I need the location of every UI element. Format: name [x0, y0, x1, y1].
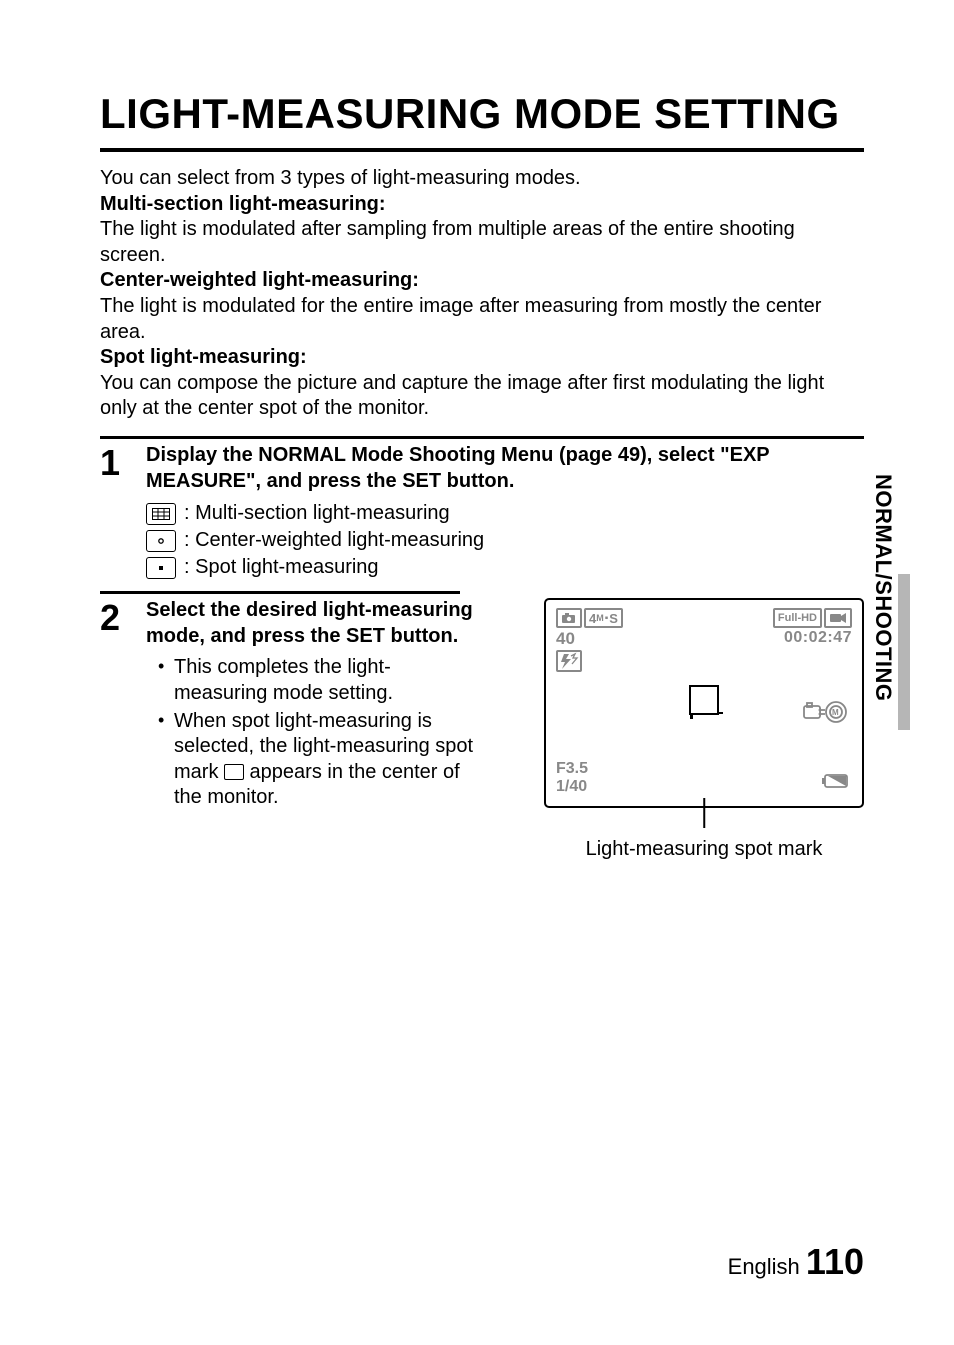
option-multi-label: : Multi-section light-measuring — [184, 502, 450, 525]
footer-page-number: 110 — [806, 1241, 864, 1282]
monitor-diagram: 4M▪S 40 Full-HD — [544, 598, 864, 808]
intro-block: You can select from 3 types of light-mea… — [100, 166, 864, 422]
aperture-value: F3.5 — [556, 760, 588, 778]
battery-icon — [822, 772, 852, 796]
option-spot-label: : Spot light-measuring — [184, 556, 379, 579]
multi-section-icon — [146, 503, 176, 525]
stabilizer-icon: M — [802, 700, 852, 724]
timecode: 00:02:47 — [773, 629, 852, 647]
option-center-weighted: : Center-weighted light-measuring — [146, 529, 864, 552]
step-2-bullet-2: When spot light-measuring is selected, t… — [146, 709, 476, 811]
mode-desc-2: The light is modulated for the entire im… — [100, 294, 864, 345]
inline-spot-mark-icon — [224, 764, 244, 780]
mode-desc-1: The light is modulated after sampling fr… — [100, 217, 864, 268]
intro-lead: You can select from 3 types of light-mea… — [100, 166, 864, 192]
step-1: 1 Display the NORMAL Mode Shooting Menu … — [100, 443, 864, 579]
video-mode-badge: Full-HD — [773, 608, 822, 628]
callout-line — [703, 798, 705, 828]
option-center-label: : Center-weighted light-measuring — [184, 529, 484, 552]
step-2-number: 2 — [100, 598, 128, 861]
step-2: 2 Select the desired light-measuring mod… — [100, 598, 864, 861]
side-tab-bar — [898, 574, 910, 730]
shutter-value: 1/40 — [556, 778, 588, 796]
center-weighted-icon — [146, 530, 176, 552]
step-separator — [100, 436, 864, 439]
option-spot: : Spot light-measuring — [146, 556, 864, 579]
auto-flash-icon — [556, 650, 582, 672]
footer-language: English — [728, 1254, 800, 1279]
photo-size-badge: 4M▪S — [584, 608, 623, 628]
step-2-instruction: Select the desired light-measuring mode,… — [146, 598, 476, 649]
monitor-caption: Light-measuring spot mark — [544, 838, 864, 861]
page-footer: English 110 — [728, 1241, 864, 1283]
step-1-number: 1 — [100, 443, 128, 579]
svg-text:M: M — [832, 708, 839, 717]
video-icon — [824, 608, 852, 628]
section-side-tab: NORMAL/SHOOTING — [868, 448, 898, 728]
side-tab-label: NORMAL/SHOOTING — [870, 474, 896, 702]
mode-name-1: Multi-section light-measuring: — [100, 192, 864, 218]
step-2-bullet-1: This completes the light-measuring mode … — [146, 655, 476, 706]
page-title: LIGHT-MEASURING MODE SETTING — [100, 90, 864, 152]
mode-name-3: Spot light-measuring: — [100, 345, 864, 371]
mode-name-2: Center-weighted light-measuring: — [100, 268, 864, 294]
camera-mode-icon — [556, 608, 582, 628]
step-1-instruction: Display the NORMAL Mode Shooting Menu (p… — [146, 443, 864, 494]
remaining-shots: 40 — [556, 630, 623, 647]
option-multi-section: : Multi-section light-measuring — [146, 502, 864, 525]
step-separator-short — [100, 591, 460, 594]
spot-icon — [146, 557, 176, 579]
mode-desc-3: You can compose the picture and capture … — [100, 371, 864, 422]
spot-mark-indicator — [689, 685, 719, 715]
